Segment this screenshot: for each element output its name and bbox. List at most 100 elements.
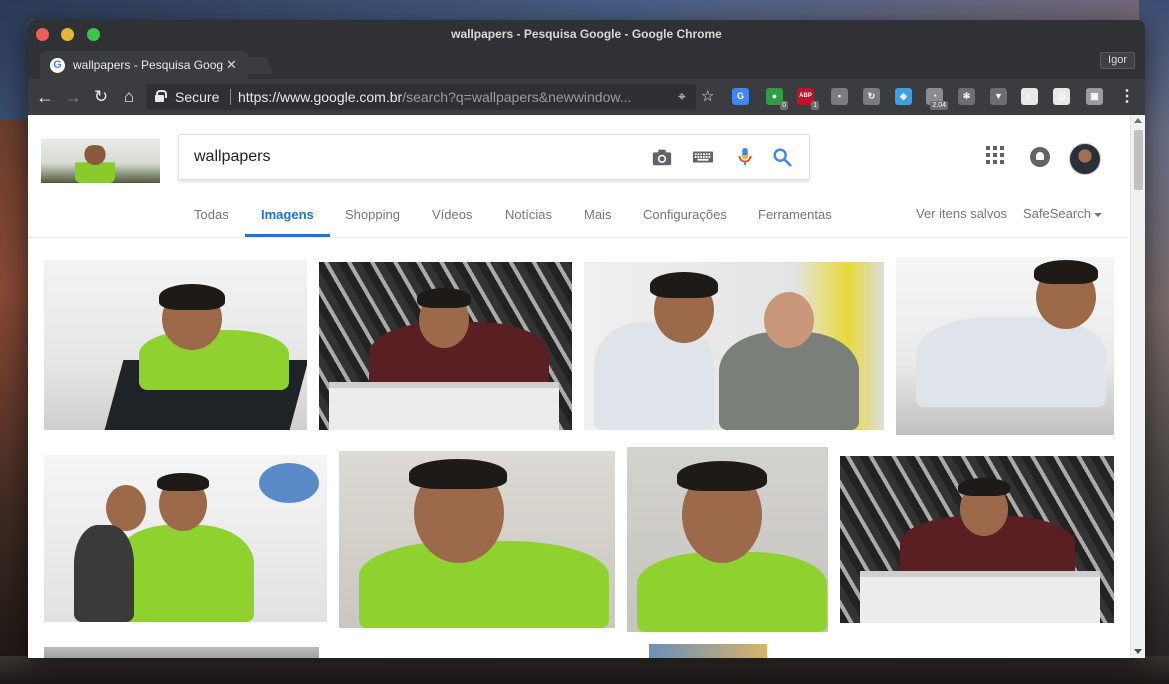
notifications-bell-icon[interactable] bbox=[1030, 147, 1050, 167]
person-hair bbox=[958, 478, 1010, 496]
tab-noticias[interactable]: Notícias bbox=[505, 195, 552, 235]
target-ext-icon[interactable]: ◎ bbox=[1053, 88, 1070, 105]
adblock-plus-icon[interactable]: ABP 1 bbox=[797, 88, 819, 110]
image-result[interactable] bbox=[649, 644, 767, 658]
google-favicon-icon: G bbox=[50, 58, 65, 73]
person-hair bbox=[677, 461, 767, 491]
safesearch-menu[interactable]: SafeSearch bbox=[1023, 195, 1102, 235]
location-target-icon[interactable]: ⌖ bbox=[678, 88, 686, 105]
address-bar[interactable]: Secure https://www.google.com.br/search?… bbox=[146, 84, 714, 110]
screenshot-icon[interactable]: ▣ bbox=[1086, 88, 1103, 105]
browser-toolbar: ← → ↻ ⌂ Secure https://www.google.com.br… bbox=[28, 79, 1145, 115]
tab-videos[interactable]: Vídeos bbox=[432, 195, 472, 235]
logo-circle bbox=[259, 463, 319, 503]
cake-shape bbox=[329, 382, 559, 430]
chat-icon-glyph: ▪ bbox=[837, 91, 842, 101]
tab-title: wallpapers - Pesquisa Google bbox=[73, 58, 223, 72]
back-arrow-icon[interactable]: ← bbox=[33, 85, 57, 109]
person-hair bbox=[1034, 260, 1098, 284]
browser-tab[interactable]: G wallpapers - Pesquisa Google ✕ bbox=[40, 51, 248, 79]
url-text[interactable]: https://www.google.com.br/search?q=wallp… bbox=[238, 84, 678, 110]
circle-ext-icon[interactable]: ◐ bbox=[1021, 88, 1038, 105]
react-icon[interactable]: ✻ bbox=[958, 88, 975, 105]
green-shirt-shape bbox=[637, 552, 827, 632]
extension-badge: 0 bbox=[780, 101, 788, 110]
tab-imagens[interactable]: Imagens bbox=[245, 195, 330, 237]
react-icon-glyph: ✻ bbox=[962, 91, 971, 101]
sync-icon-glyph: ↻ bbox=[867, 91, 876, 101]
google-translate-icon[interactable]: G bbox=[732, 88, 749, 105]
tab-mais[interactable]: Mais bbox=[584, 195, 611, 235]
person-hair bbox=[417, 288, 471, 308]
scroll-up-arrow-icon[interactable] bbox=[1134, 118, 1142, 123]
bookmark-star-icon[interactable]: ☆ bbox=[701, 87, 714, 105]
forward-arrow-icon[interactable]: → bbox=[61, 85, 85, 109]
google-results-page: wallpapers Todas Imagens Shopping Vídeos… bbox=[28, 115, 1145, 658]
image-result[interactable] bbox=[44, 260, 307, 430]
caret-down-icon bbox=[1093, 212, 1102, 217]
sync-icon[interactable]: ↻ bbox=[863, 88, 880, 105]
cake-shape bbox=[860, 571, 1100, 623]
tab-ferramentas[interactable]: Ferramentas bbox=[758, 195, 832, 235]
chrome-menu-icon[interactable]: ⋮ bbox=[1119, 86, 1135, 106]
image-result[interactable] bbox=[44, 647, 319, 658]
google-translate-icon-glyph: G bbox=[736, 91, 744, 101]
person-head bbox=[764, 292, 814, 348]
search-icon[interactable] bbox=[771, 146, 793, 168]
tab-configuracoes[interactable]: Configurações bbox=[643, 195, 727, 235]
chat-icon[interactable]: ▪ bbox=[831, 88, 848, 105]
image-result[interactable] bbox=[840, 456, 1114, 623]
omnibox-divider bbox=[230, 89, 231, 105]
person-head bbox=[106, 485, 146, 531]
new-tab-button[interactable] bbox=[240, 57, 274, 74]
search-box[interactable]: wallpapers bbox=[178, 134, 810, 180]
desktop-ground bbox=[0, 656, 1169, 684]
diamond-icon-glyph: ◆ bbox=[900, 91, 907, 101]
circle-ext-icon-glyph: ◐ bbox=[1026, 91, 1033, 101]
google-apps-icon[interactable] bbox=[986, 146, 1004, 164]
vue-icon[interactable]: ▼ bbox=[990, 88, 1007, 105]
keyboard-icon[interactable] bbox=[692, 146, 714, 168]
doodle-logo-image[interactable] bbox=[41, 139, 160, 183]
close-tab-icon[interactable]: ✕ bbox=[226, 57, 237, 73]
diamond-icon[interactable]: ◆ bbox=[895, 88, 912, 105]
saved-items-link[interactable]: Ver itens salvos bbox=[916, 195, 1007, 235]
profile-button[interactable]: Igor bbox=[1100, 52, 1135, 69]
home-icon[interactable]: ⌂ bbox=[117, 85, 141, 109]
account-avatar[interactable] bbox=[1069, 143, 1101, 175]
person-hair bbox=[159, 284, 225, 310]
image-result[interactable] bbox=[44, 455, 327, 622]
screenshot-icon-glyph: ▣ bbox=[1090, 91, 1099, 101]
microphone-icon[interactable] bbox=[734, 146, 756, 168]
adblock-plus-icon-glyph: ABP bbox=[799, 93, 812, 99]
extension-green-icon[interactable]: ● 0 bbox=[766, 88, 788, 110]
image-result[interactable] bbox=[319, 262, 572, 430]
chrome-window: wallpapers - Pesquisa Google - Google Ch… bbox=[28, 20, 1145, 658]
scroll-thumb[interactable] bbox=[1134, 130, 1143, 190]
safesearch-label: SafeSearch bbox=[1023, 206, 1091, 221]
image-result[interactable] bbox=[896, 257, 1114, 435]
reload-icon[interactable]: ↻ bbox=[89, 85, 113, 109]
tab-todas[interactable]: Todas bbox=[194, 195, 229, 235]
person-hair bbox=[409, 459, 507, 489]
person-hair bbox=[157, 473, 209, 491]
speed-icon[interactable]: ◔ 2.04 bbox=[926, 88, 948, 110]
search-tabs: Todas Imagens Shopping Vídeos Notícias M… bbox=[28, 195, 1128, 238]
window-title: wallpapers - Pesquisa Google - Google Ch… bbox=[451, 27, 722, 41]
tab-strip: G wallpapers - Pesquisa Google ✕ Igor bbox=[28, 48, 1145, 79]
image-result[interactable] bbox=[584, 262, 884, 430]
extension-green-icon-glyph: ● bbox=[771, 91, 778, 101]
lock-icon bbox=[155, 90, 167, 102]
search-input[interactable]: wallpapers bbox=[194, 135, 270, 179]
image-result[interactable] bbox=[627, 447, 828, 632]
white-shirt-shape bbox=[916, 317, 1106, 407]
page-scrollbar[interactable] bbox=[1130, 115, 1145, 658]
image-result[interactable] bbox=[339, 451, 615, 628]
target-ext-icon-glyph: ◎ bbox=[1057, 91, 1066, 101]
secure-label: Secure bbox=[175, 89, 220, 105]
person-hair bbox=[650, 272, 718, 298]
dark-shirt-shape bbox=[74, 525, 134, 622]
scroll-down-arrow-icon[interactable] bbox=[1134, 649, 1142, 654]
tab-shopping[interactable]: Shopping bbox=[345, 195, 400, 235]
camera-search-icon[interactable] bbox=[651, 146, 673, 168]
